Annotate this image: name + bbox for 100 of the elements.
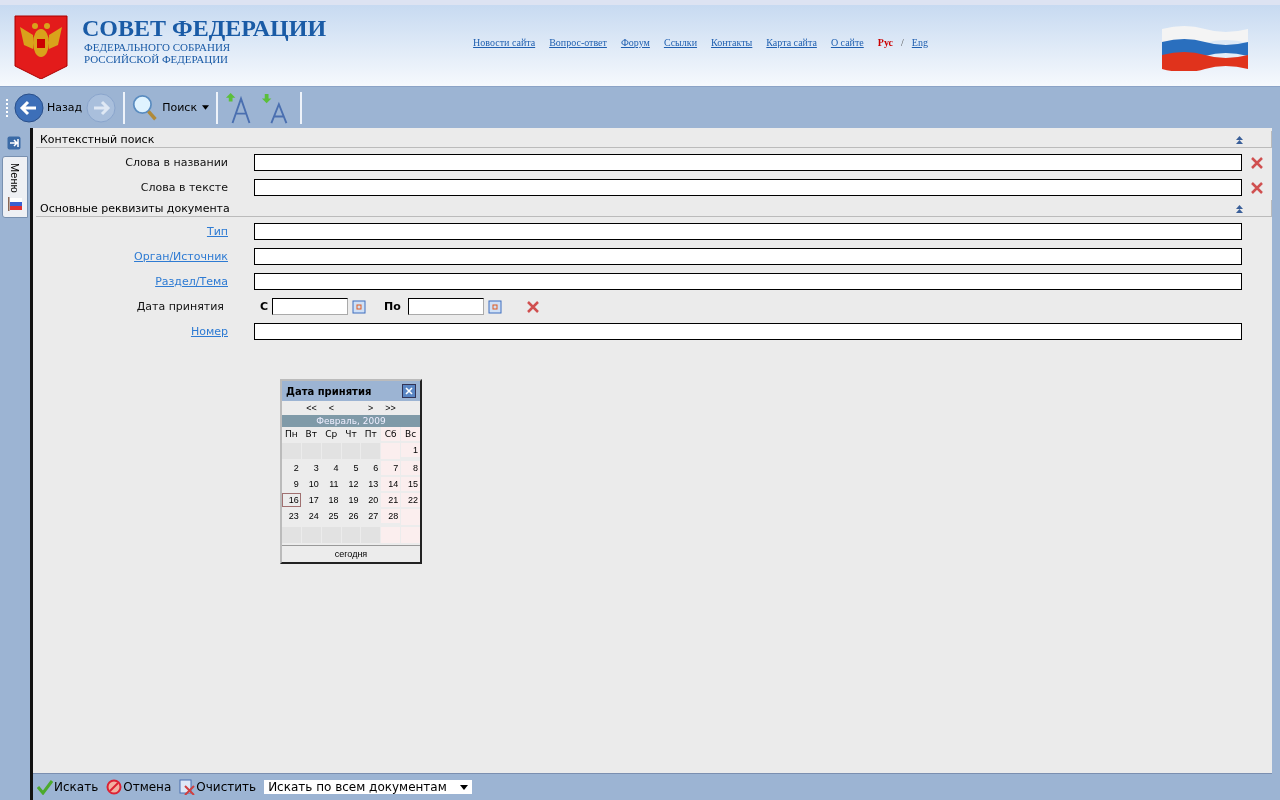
search-icon[interactable] [132, 92, 159, 123]
menu-tab[interactable]: Меню [2, 156, 28, 218]
date-to-field[interactable] [407, 298, 484, 315]
nav-link[interactable]: Вопрос-ответ [549, 37, 607, 48]
weekday-label: Сб [381, 427, 401, 441]
back-button[interactable]: Назад [14, 92, 83, 123]
calendar-icon[interactable] [352, 299, 367, 314]
calendar-title: Дата принятия [286, 385, 372, 397]
field-label-link[interactable]: Тип [36, 225, 228, 238]
text-field[interactable] [254, 323, 1242, 340]
flag-icon [1160, 25, 1250, 71]
close-button[interactable] [402, 384, 416, 398]
calendar-nav-button[interactable]: >> [380, 403, 401, 413]
coat-of-arms-icon [14, 15, 68, 79]
text-field[interactable] [254, 248, 1242, 265]
calendar-day[interactable]: 15 [401, 477, 420, 491]
calendar-day[interactable]: 13 [361, 477, 381, 491]
nav-link[interactable]: Карта сайта [766, 37, 817, 48]
caret-icon [202, 105, 210, 110]
text-field[interactable] [254, 154, 1242, 171]
section-header[interactable]: Основные реквизиты документа [36, 200, 1272, 217]
weekday-label: Вт [304, 428, 318, 441]
language-separator: / [901, 37, 904, 48]
caret-icon [460, 784, 469, 790]
nav-link[interactable]: Контакты [711, 37, 753, 48]
field-label: Дата принятия [135, 300, 225, 313]
calendar-month: Февраль, 2009 [282, 415, 420, 427]
calendar-day[interactable]: 19 [341, 493, 361, 507]
section-title: Контекстный поиск [40, 133, 155, 146]
field-label: Слова в названии [124, 156, 228, 169]
calendar-day[interactable]: 22 [401, 493, 420, 507]
from-label: С [260, 300, 269, 313]
nav-link[interactable]: Новости сайта [473, 37, 536, 48]
calendar-day[interactable]: 24 [301, 509, 321, 523]
weekday-label: Вс [401, 427, 420, 441]
date-from-field[interactable] [272, 298, 349, 315]
calendar-day[interactable]: 16 [282, 493, 301, 507]
checkmark-icon [37, 779, 53, 795]
site-subtitle: ФЕДЕРАЛЬНОГО СОБРАНИЯ [84, 41, 232, 53]
calendar-day[interactable]: 12 [341, 477, 361, 491]
calendar-day[interactable]: 9 [282, 477, 301, 491]
calendar-icon[interactable] [487, 299, 502, 314]
weekday-label: Пн [284, 428, 299, 441]
weekday-label: Чт [344, 428, 358, 441]
calendar-day[interactable]: 5 [341, 461, 361, 475]
calendar-day[interactable]: 27 [361, 509, 381, 523]
nav-link[interactable]: О сайте [830, 37, 864, 48]
clear-icon[interactable] [1250, 155, 1264, 170]
calendar-day[interactable]: 10 [301, 477, 321, 491]
calendar-day[interactable]: 14 [381, 477, 401, 491]
calendar-day[interactable]: 17 [301, 493, 321, 507]
calendar-day[interactable]: 11 [321, 477, 341, 491]
collapse-icon[interactable] [7, 136, 21, 150]
field-label-link[interactable]: Орган/Источник [36, 250, 228, 263]
search-button[interactable]: Искать [37, 779, 99, 795]
nav-link[interactable]: Ссылки [663, 37, 698, 48]
site-subtitle: РОССИЙСКОЙ ФЕДЕРАЦИИ [84, 53, 230, 65]
text-field[interactable] [254, 273, 1242, 290]
calendar-day[interactable]: 1 [401, 443, 420, 457]
calendar-day[interactable]: 3 [301, 461, 321, 475]
clear-icon[interactable] [1250, 180, 1264, 195]
site-title: СОВЕТ ФЕДЕРАЦИИ [82, 15, 327, 41]
clear-button[interactable]: Очистить [179, 779, 257, 795]
flag-icon [7, 196, 23, 211]
language-link[interactable]: Eng [911, 37, 928, 48]
cancel-icon [106, 779, 123, 795]
calendar-nav-button[interactable]: > [360, 403, 381, 413]
calendar-day[interactable]: 7 [381, 461, 401, 475]
text-field[interactable] [254, 179, 1242, 196]
scope-dropdown[interactable]: Искать по всем документам [264, 780, 473, 794]
section-title: Основные реквизиты документа [40, 202, 230, 215]
clear-icon[interactable] [525, 299, 540, 314]
weekday-label: Ср [324, 428, 339, 441]
calendar-day[interactable]: 2 [282, 461, 301, 475]
to-label: По [384, 300, 401, 313]
weekday-label: Пт [363, 428, 378, 441]
calendar-day[interactable]: 8 [401, 461, 420, 475]
language-link[interactable]: Рус [877, 37, 894, 48]
calendar-day[interactable]: 18 [321, 493, 341, 507]
collapse-arrow-icon[interactable] [1236, 204, 1243, 213]
text-field[interactable] [254, 223, 1242, 240]
calendar-day[interactable]: 4 [321, 461, 341, 475]
calendar-day[interactable]: 28 [381, 509, 401, 523]
calendar-nav-button[interactable]: << [301, 403, 322, 413]
field-label-link[interactable]: Раздел/Тема [36, 275, 228, 288]
search-menu-button[interactable]: Поиск [162, 101, 210, 114]
today-button[interactable]: сегодня [282, 545, 420, 562]
section-header[interactable]: Контекстный поиск [36, 131, 1272, 148]
calendar-day[interactable]: 21 [381, 493, 401, 507]
nav-link[interactable]: Форум [620, 37, 650, 48]
calendar-day[interactable]: 23 [282, 509, 301, 523]
calendar-day[interactable]: 20 [361, 493, 381, 507]
calendar-day[interactable]: 26 [341, 509, 361, 523]
field-label-link[interactable]: Номер [36, 325, 228, 338]
calendar-day[interactable]: 6 [361, 461, 381, 475]
calendar-day[interactable]: 25 [321, 509, 341, 523]
calendar-nav-button[interactable]: < [321, 403, 342, 413]
collapse-arrow-icon[interactable] [1236, 135, 1243, 144]
clear-form-icon [179, 779, 196, 795]
cancel-button[interactable]: Отмена [106, 779, 172, 795]
